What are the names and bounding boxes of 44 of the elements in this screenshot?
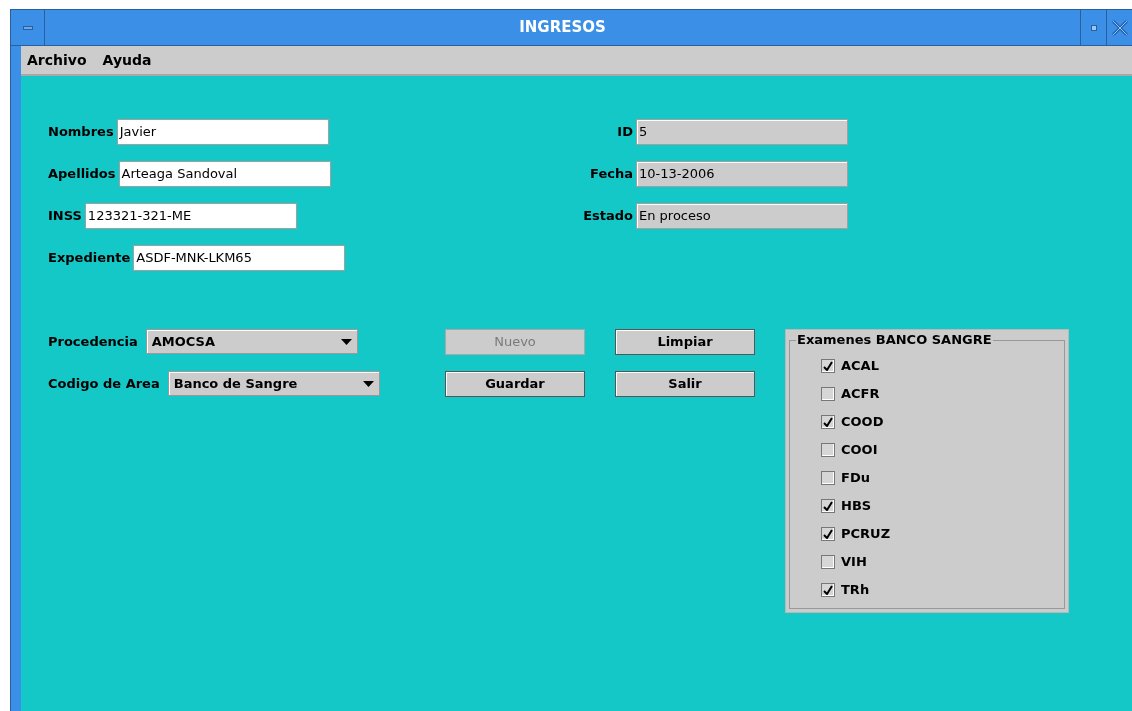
checkbox[interactable] <box>821 526 835 541</box>
form-button[interactable]: Guardar <box>445 371 585 397</box>
field-label: Apellidos <box>48 165 116 184</box>
checkbox-label: ACAL <box>841 356 879 375</box>
dropdown[interactable]: AMOCSA <box>145 329 358 354</box>
checkbox-label: FDu <box>841 468 870 487</box>
checkbox[interactable] <box>821 470 835 485</box>
checkbox-label: TRh <box>841 580 870 599</box>
form-button[interactable]: Limpiar <box>615 329 755 355</box>
dropdown-arrow-icon <box>340 338 352 345</box>
square-icon <box>1090 24 1097 31</box>
checkbox-label: COOI <box>841 440 878 459</box>
dropdown[interactable]: Banco de Sangre <box>167 371 380 396</box>
text-field[interactable]: Javier <box>116 119 329 145</box>
checkbox-label: HBS <box>841 496 872 515</box>
close-icon <box>1109 17 1130 38</box>
field-label: Expediente <box>48 249 131 268</box>
checkbox[interactable] <box>821 582 835 597</box>
checkbox[interactable] <box>821 358 835 373</box>
field-label: INSS <box>48 207 82 226</box>
field-label: Procedencia <box>48 332 138 351</box>
form-button[interactable]: Salir <box>615 371 755 397</box>
dropdown-arrow-icon <box>362 380 374 387</box>
checkbox[interactable] <box>821 498 835 513</box>
checkbox-label: ACFR <box>841 384 880 403</box>
field-label: Codigo de Area <box>48 374 160 393</box>
checkbox[interactable] <box>821 386 835 401</box>
text-field[interactable]: ASDF-MNK-LKM65 <box>133 245 346 271</box>
dash-icon <box>22 25 33 30</box>
checkbox[interactable] <box>821 414 835 429</box>
window-title: INGRESOS <box>518 17 607 39</box>
checkbox[interactable] <box>821 554 835 569</box>
field-label: ID <box>616 123 633 142</box>
checkbox[interactable] <box>821 442 835 457</box>
checkbox-label: VIH <box>841 552 867 571</box>
checkbox-label: PCRUZ <box>841 524 891 543</box>
text-field[interactable]: Arteaga Sandoval <box>118 161 331 187</box>
menu-item[interactable]: Ayuda <box>102 49 152 71</box>
checkbox-label: COOD <box>841 412 884 431</box>
menu-item[interactable]: Archivo <box>27 49 87 71</box>
field-label: Nombres <box>48 123 114 142</box>
text-field[interactable]: 123321-321-ME <box>84 203 297 229</box>
field-label: Estado <box>582 207 633 226</box>
field-label: Fecha <box>589 165 633 184</box>
